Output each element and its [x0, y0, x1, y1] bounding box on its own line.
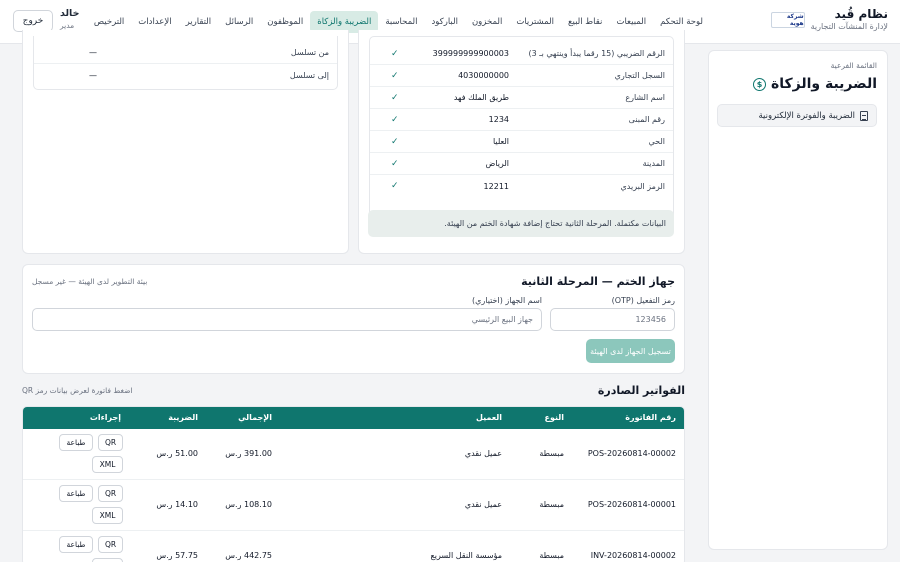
- dollar-circle-icon: $: [752, 77, 766, 91]
- brand-name: نظام قُيد: [834, 7, 888, 21]
- field-value: —: [89, 48, 97, 57]
- xml-button[interactable]: XML: [92, 558, 123, 562]
- tax-info-table: الرقم الضريبي (15 رقما يبدأ وينتهي بـ 3)…: [369, 36, 674, 234]
- check-icon: ✓: [391, 158, 399, 169]
- field-value: طريق الملك فهد: [453, 93, 509, 102]
- table-row: الرقم الضريبي (15 رقما يبدأ وينتهي بـ 3)…: [370, 43, 673, 65]
- otp-label: رمز التفعيل (OTP): [611, 296, 675, 305]
- invoice-type: مبسطة: [539, 551, 564, 560]
- print-button[interactable]: طباعة: [59, 536, 93, 553]
- device-env-status: بيئة التطوير لدى الهيئة — غير مسجل: [32, 277, 148, 286]
- field-label: المدينة: [642, 159, 665, 168]
- sub-menu-panel: القائمة الفرعية الضريبة والزكاة $ الضريب…: [708, 50, 888, 550]
- header-tax: الضريبة: [168, 413, 198, 422]
- invoice-customer: عميل نقدي: [464, 449, 502, 458]
- field-label: رقم المبنى: [628, 115, 665, 124]
- logout-button[interactable]: خروج: [13, 10, 53, 32]
- check-icon: ✓: [391, 48, 399, 59]
- brand-logo: شركة هوية: [770, 12, 805, 28]
- xml-button[interactable]: XML: [92, 456, 123, 473]
- invoices-title: الفواتير الصادرة: [597, 384, 685, 397]
- table-row: الحي العليا ✓: [370, 131, 673, 153]
- device-name-label: اسم الجهاز (اختياري): [472, 296, 542, 305]
- field-value: —: [89, 70, 97, 80]
- device-title: جهاز الختم — المرحلة الثانية: [521, 275, 675, 288]
- sub-menu-item-label: الضريبة والفوترة الإلكترونية: [758, 110, 855, 121]
- table-row: السجل التجاري 4030000000 ✓: [370, 65, 673, 87]
- check-icon: ✓: [391, 181, 399, 191]
- field-value: العليا: [492, 137, 509, 146]
- qr-button[interactable]: QR: [98, 485, 123, 502]
- table-row: إلى تسلسل —: [34, 64, 337, 86]
- field-label: السجل التجاري: [614, 71, 665, 80]
- tax-info-card: الرقم الضريبي (15 رقما يبدأ وينتهي بـ 3)…: [358, 30, 685, 254]
- sub-menu-title: الضريبة والزكاة $: [752, 76, 877, 92]
- header-type: النوع: [544, 413, 565, 422]
- field-label: من تسلسل: [290, 48, 329, 57]
- brand-tagline: لإدارة المنشآت التجارية: [810, 22, 888, 31]
- table-row: الرمز البريدي 12211 ✓: [370, 175, 673, 197]
- counter-card: من تسلسل — إلى تسلسل —: [22, 30, 349, 254]
- invoice-number: POS-20260814-00001: [587, 500, 676, 509]
- qr-button[interactable]: QR: [98, 434, 123, 451]
- check-icon: ✓: [391, 92, 399, 103]
- field-label: الرقم الضريبي (15 رقما يبدأ وينتهي بـ 3): [528, 49, 665, 58]
- field-value: الرياض: [485, 159, 509, 168]
- field-label: اسم الشارع: [625, 93, 665, 102]
- invoice-total: 442.75 ر.س: [225, 551, 272, 560]
- invoice-number: POS-20260814-00002: [587, 449, 676, 458]
- brand: نظام قُيد لإدارة المنشآت التجارية شركة ه…: [770, 7, 888, 33]
- field-label: الحي: [648, 137, 666, 146]
- header-customer: العميل: [475, 413, 502, 422]
- field-value: 4030000000: [458, 71, 509, 80]
- check-icon: ✓: [391, 136, 399, 147]
- invoices-hint: اضغط فاتورة لعرض بيانات رمز QR: [22, 386, 133, 395]
- register-device-button[interactable]: تسجيل الجهاز لدى الهيئة: [586, 339, 675, 363]
- document-icon: [860, 110, 868, 121]
- check-icon: ✓: [391, 70, 399, 81]
- header-actions: إجراءات: [89, 413, 121, 422]
- table-row: رقم المبنى 1234 ✓: [370, 109, 673, 131]
- field-label: إلى تسلسل: [289, 70, 329, 80]
- invoice-customer: عميل نقدي: [464, 500, 502, 509]
- print-button[interactable]: طباعة: [59, 485, 93, 502]
- print-button[interactable]: طباعة: [59, 434, 93, 451]
- sub-menu-item-e-invoicing[interactable]: الضريبة والفوترة الإلكترونية: [717, 104, 877, 127]
- xml-button[interactable]: XML: [92, 507, 123, 524]
- field-value: 399999999900003: [432, 49, 509, 58]
- completion-note: البيانات مكتملة. المرحلة الثانية تحتاج إ…: [368, 210, 674, 237]
- invoice-type: مبسطة: [539, 449, 564, 458]
- table-row[interactable]: POS-20260814-00002 مبسطة عميل نقدي 391.0…: [23, 429, 684, 480]
- table-header: رقم الفاتورة النوع العميل الإجمالي الضري…: [23, 407, 684, 429]
- table-row[interactable]: INV-20260814-00002 مبسطة مؤسسة النقل الس…: [23, 531, 684, 562]
- invoice-customer: مؤسسة النقل السريع: [430, 551, 502, 560]
- invoice-number: INV-20260814-00002: [590, 551, 676, 560]
- user-name: خالد: [60, 8, 80, 19]
- sub-menu-title-text: الضريبة والزكاة: [770, 76, 877, 92]
- invoice-tax: 14.10 ر.س: [156, 500, 198, 509]
- table-row: من تسلسل —: [34, 42, 337, 64]
- sub-menu-caption: القائمة الفرعية: [830, 61, 877, 70]
- field-label: الرمز البريدي: [620, 181, 666, 191]
- invoice-tax: 51.00 ر.س: [156, 449, 198, 458]
- check-icon: ✓: [391, 114, 399, 125]
- invoices-table: رقم الفاتورة النوع العميل الإجمالي الضري…: [22, 406, 685, 562]
- counter-table: من تسلسل — إلى تسلسل —: [33, 36, 338, 90]
- header-number: رقم الفاتورة: [625, 413, 676, 422]
- table-row[interactable]: POS-20260814-00001 مبسطة عميل نقدي 108.1…: [23, 480, 684, 531]
- user-info: خالد مدير: [60, 8, 79, 31]
- invoice-total: 108.10 ر.س: [225, 500, 272, 509]
- invoice-type: مبسطة: [539, 500, 564, 509]
- invoice-tax: 57.75 ر.س: [156, 551, 198, 560]
- qr-button[interactable]: QR: [98, 536, 123, 553]
- table-row: اسم الشارع طريق الملك فهد ✓: [370, 87, 673, 109]
- table-row: المدينة الرياض ✓: [370, 153, 673, 175]
- invoice-total: 391.00 ر.س: [225, 449, 272, 458]
- field-value: 1234: [488, 115, 509, 124]
- otp-input[interactable]: 123456: [550, 308, 675, 331]
- header-total: الإجمالي: [238, 413, 272, 422]
- device-name-input[interactable]: جهاز البيع الرئيسي: [32, 308, 542, 331]
- field-value: 12211: [483, 181, 509, 191]
